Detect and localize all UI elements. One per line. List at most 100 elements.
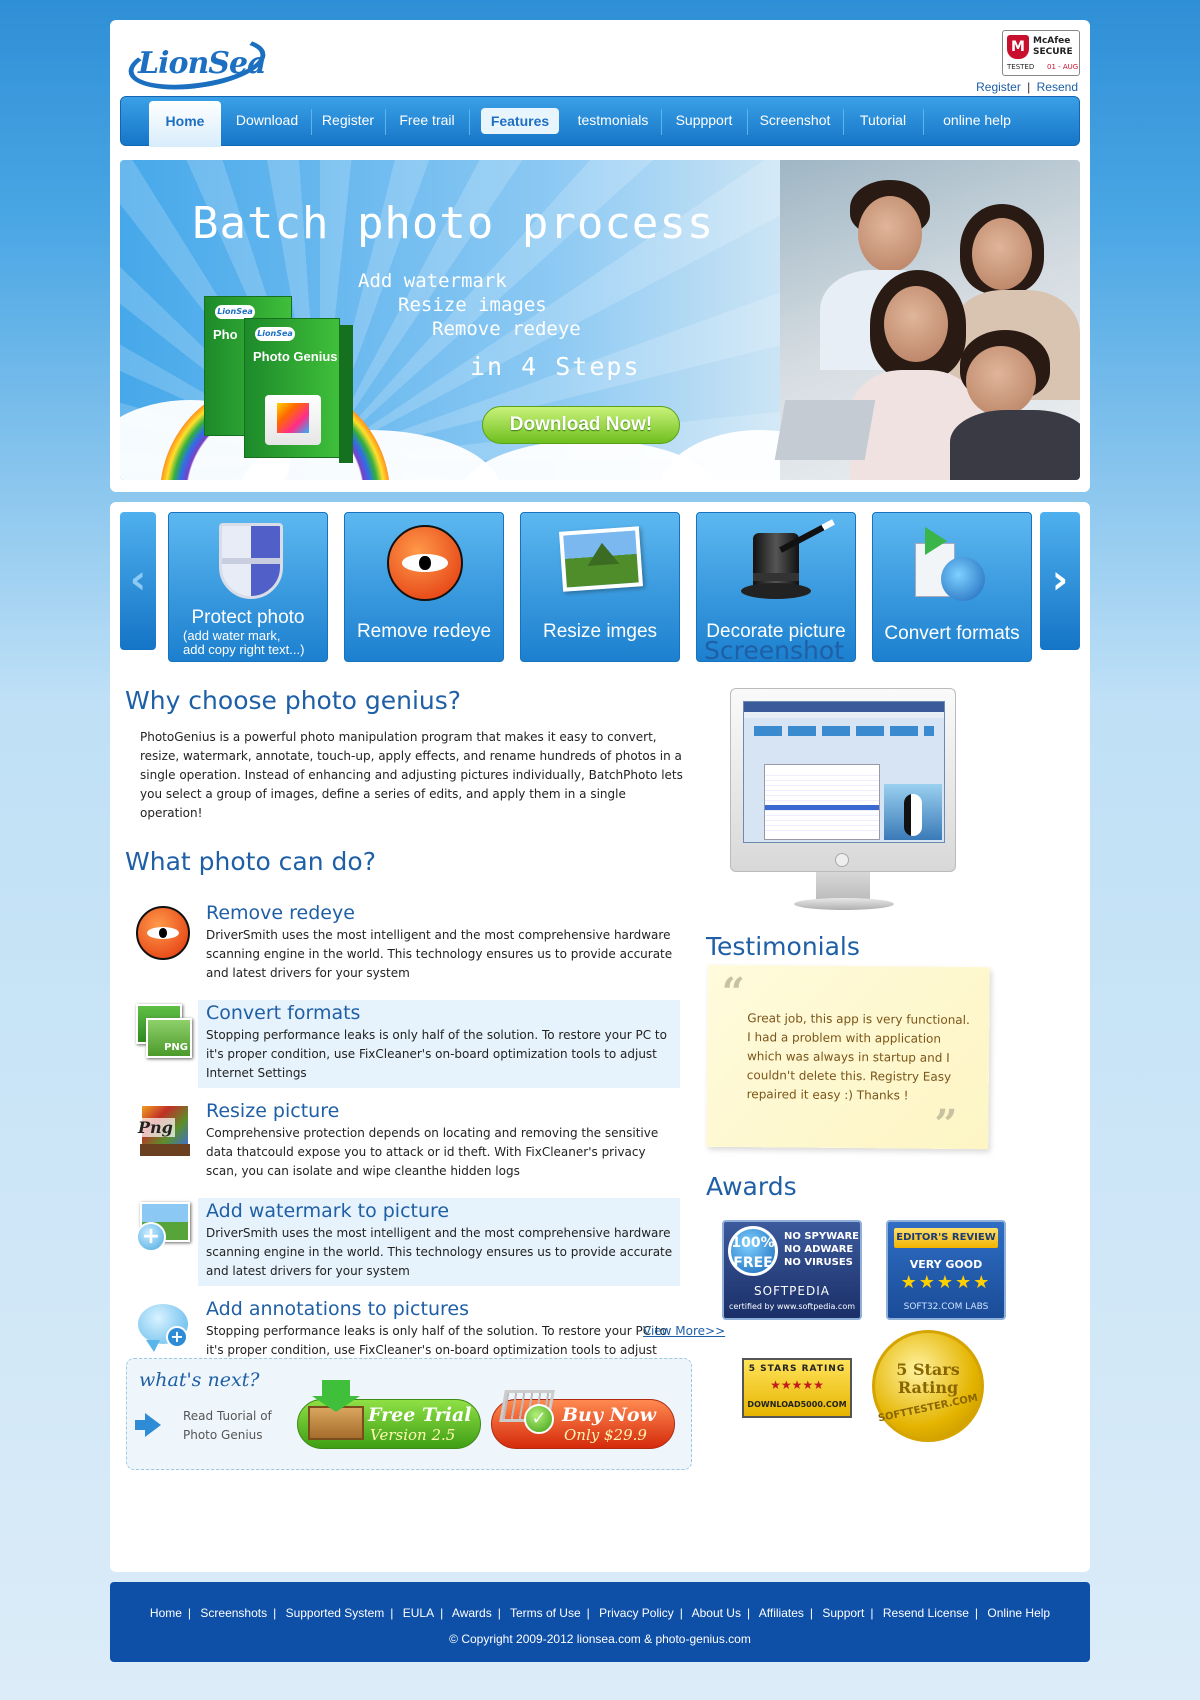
screenshot-monitor[interactable] [730,688,960,918]
nav-tutorial[interactable]: Tutorial [845,97,921,145]
footer-link-privacy[interactable]: Privacy Policy [599,1606,674,1620]
mcafee-secure-badge[interactable]: M McAfee SECURE TESTED 01 - AUG [1002,30,1080,76]
resend-link[interactable]: Resend [1037,80,1078,94]
copyright: © Copyright 2009-2012 lionsea.com & phot… [449,1632,751,1646]
download5000-award[interactable]: 5 STARS RATING ★★★★★ DOWNLOAD5000.COM [742,1358,852,1418]
nav-testimonials[interactable]: testmonials [567,97,659,145]
laptop-graphic [774,400,876,460]
product-boxes: LionSea Pho LionSea Photo Genius [204,296,364,466]
feature-tile-protect[interactable]: Protect photo (add water mark, add copy … [168,512,328,662]
download-now-button[interactable]: Download Now! [482,406,680,444]
why-title: Why choose photo genius? [125,686,462,715]
magic-hat-icon [741,533,811,613]
nav-register[interactable]: Register [313,97,383,145]
feature-tile-convert[interactable]: Convert formats [872,512,1032,662]
nav-online-help[interactable]: online help [925,97,1029,145]
tile-sublabel: (add water mark, [183,628,281,643]
monitor-logo [835,853,849,867]
award-name: SOFTPEDIA [754,1284,830,1298]
footer-link-affiliates[interactable]: Affiliates [759,1606,804,1620]
footer-link-support[interactable]: Support [822,1606,864,1620]
box-brand: LionSea [255,327,295,341]
account-links: Register | Resend [976,80,1078,94]
register-link[interactable]: Register [976,80,1021,94]
close-quote-icon: ” [934,1100,958,1148]
lionsea-logo[interactable]: LionSea [125,28,269,98]
award-head: EDITOR'S REVIEW [894,1228,998,1248]
shopping-cart-icon: ✓ [498,1380,560,1440]
award-lab: SOFT32.COM LABS [903,1302,989,1312]
feature-title[interactable]: Resize picture [206,1100,339,1122]
nav-download[interactable]: Download [225,97,309,145]
star-rating-icon: ★★★★★ [770,1378,824,1392]
nav-divider [923,109,924,135]
watermark-icon: + [136,1202,192,1258]
feature-row-convert: PNG Convert formats Stopping performance… [118,1000,680,1088]
award-rating: VERY GOOD [909,1258,983,1271]
logo-text: LionSea [138,46,267,81]
free-trial-version: Version 2.5 [370,1426,456,1444]
footer-link-screenshots[interactable]: Screenshots [200,1606,267,1620]
feature-title[interactable]: Remove redeye [206,902,355,924]
footer-link-about[interactable]: About Us [692,1606,741,1620]
mcafee-brand: McAfee [1033,36,1071,46]
awards-title: Awards [706,1172,797,1201]
softpedia-award[interactable]: 100% FREE NO SPYWARE NO ADWARE NO VIRUSE… [722,1220,862,1320]
mcafee-date: 01 - AUG [1047,63,1079,71]
nav-divider [661,109,662,135]
carousel-next-button[interactable]: › [1040,512,1080,650]
feature-title[interactable]: Add annotations to pictures [206,1298,469,1320]
softtester-award[interactable]: 5 Stars Rating SOFTTESTER.COM [872,1330,984,1442]
award-line: NO ADWARE [784,1244,854,1255]
award-site: SOFTTESTER.COM [877,1392,979,1425]
footer-link-terms[interactable]: Terms of Use [510,1606,581,1620]
soft32-award[interactable]: EDITOR'S REVIEW VERY GOOD ★★★★★ SOFT32.C… [886,1220,1006,1320]
whats-next-title: what's next? [139,1369,260,1391]
open-quote-icon: “ [721,968,745,1017]
nav-support[interactable]: Suppport [663,97,745,145]
footer-link-eula[interactable]: EULA [403,1606,434,1620]
students-photo [774,160,1080,480]
download-crate-icon [308,1380,366,1440]
nav-screenshot[interactable]: Screenshot [749,97,841,145]
feature-row-redeye: Remove redeye DriverSmith uses the most … [118,902,678,990]
footer-link-supported-system[interactable]: Supported System [286,1606,385,1620]
tutorial-link[interactable]: Read Tuorial of Photo Genius [183,1407,272,1445]
link-separator: | [1027,80,1031,94]
feature-title[interactable]: Add watermark to picture [206,1200,449,1222]
award-line: NO VIRUSES [784,1257,853,1268]
footer-link-resend-license[interactable]: Resend License [883,1606,969,1620]
content-panel: ‹ Protect photo (add water mark, add cop… [110,502,1090,1572]
nav-home[interactable]: Home [149,101,221,147]
eye-icon [387,525,463,601]
feature-title[interactable]: Convert formats [206,1002,360,1024]
testimonial-text: Great job, this app is very functional. … [746,1011,970,1103]
banner-feature: Resize images [398,294,547,316]
nav-features[interactable]: Features [481,108,559,134]
why-description: PhotoGenius is a powerful photo manipula… [140,730,683,820]
feature-description: DriverSmith uses the most intelligent an… [206,1226,673,1278]
feature-tile-resize[interactable]: Resize imges [520,512,680,662]
award-cert: certified by www.softpedia.com [728,1302,856,1311]
hero-banner: Batch photo process Add watermark Resize… [120,160,1080,480]
footer-link-home[interactable]: Home [150,1606,182,1620]
footer-link-awards[interactable]: Awards [452,1606,492,1620]
footer-links: Home | Screenshots | Supported System | EUL… [149,1606,1051,1620]
footer-link-online-help[interactable]: Online Help [987,1606,1050,1620]
banner-steps: in 4 Steps [470,352,641,381]
view-more-link[interactable]: View More>> [643,1324,725,1338]
carousel-prev-button[interactable]: ‹ [120,512,156,650]
testimonials-title: Testimonials [706,932,860,961]
free-trial-button[interactable]: Free Trial Version 2.5 [297,1380,481,1449]
award-site: DOWNLOAD5000.COM [747,1400,847,1409]
header-panel: LionSea M McAfee SECURE TESTED 01 - AUG … [110,20,1090,492]
buy-now-button[interactable]: ✓ Buy Now Only $29.9 [491,1390,675,1449]
buy-now-price: Only $29.9 [564,1426,647,1444]
tile-label: Remove redeye [356,621,492,642]
nav-free-trail[interactable]: Free trail [387,97,467,145]
photo-icon [559,526,643,592]
chevron-right-icon: › [1051,557,1069,603]
feature-tile-redeye[interactable]: Remove redeye [344,512,504,662]
free-badge-icon: 100% FREE [728,1226,778,1276]
mcafee-tested: TESTED [1007,63,1035,71]
